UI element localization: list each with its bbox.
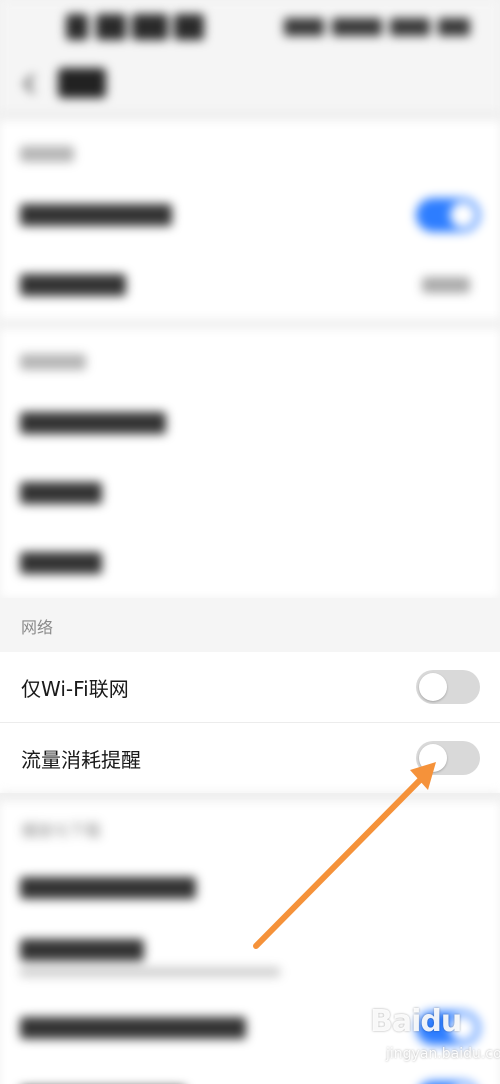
watermark-sub: jingyan.baidu.com: [386, 1046, 500, 1062]
blurred-row[interactable]: [0, 528, 500, 598]
top-bar: [0, 56, 500, 112]
blurred-section-1: [0, 120, 500, 320]
blurred-row[interactable]: [0, 853, 500, 923]
section-title: 网络: [21, 618, 54, 637]
blurred-row[interactable]: [0, 388, 500, 458]
section-title: 播放与下载: [21, 821, 102, 840]
data-usage-alert-row[interactable]: 流量消耗提醒: [0, 723, 500, 793]
blurred-toggle-on[interactable]: [416, 198, 480, 232]
status-right: [284, 18, 474, 36]
baidu-watermark: Baidu jingyan.baidu.com: [370, 1004, 500, 1074]
blurred-row[interactable]: [0, 180, 500, 250]
blurred-section-2: [0, 328, 500, 598]
blurred-top-region: [0, 0, 500, 598]
status-bar: [0, 0, 500, 56]
toggle-knob: [419, 673, 447, 701]
wifi-only-label: 仅Wi-Fi联网: [21, 677, 129, 701]
data-usage-alert-toggle[interactable]: [416, 741, 480, 775]
blurred-row[interactable]: [0, 458, 500, 528]
blurred-row[interactable]: [0, 923, 500, 993]
network-section: 网络 仅Wi-Fi联网 流量消耗提醒: [0, 598, 500, 793]
chevron-left-icon[interactable]: [18, 72, 42, 96]
status-left: [66, 14, 206, 40]
blurred-row[interactable]: [0, 250, 500, 320]
watermark-brand: Baidu: [370, 1004, 462, 1039]
wifi-only-toggle[interactable]: [416, 670, 480, 704]
data-usage-alert-label: 流量消耗提醒: [21, 748, 141, 772]
network-section-header: 网络: [0, 598, 500, 652]
page-title: [58, 68, 106, 98]
toggle-knob: [419, 744, 447, 772]
wifi-only-row[interactable]: 仅Wi-Fi联网: [0, 652, 500, 723]
settings-page: 网络 仅Wi-Fi联网 流量消耗提醒 播放与下载 Baidu jingyan.b…: [0, 0, 500, 1084]
